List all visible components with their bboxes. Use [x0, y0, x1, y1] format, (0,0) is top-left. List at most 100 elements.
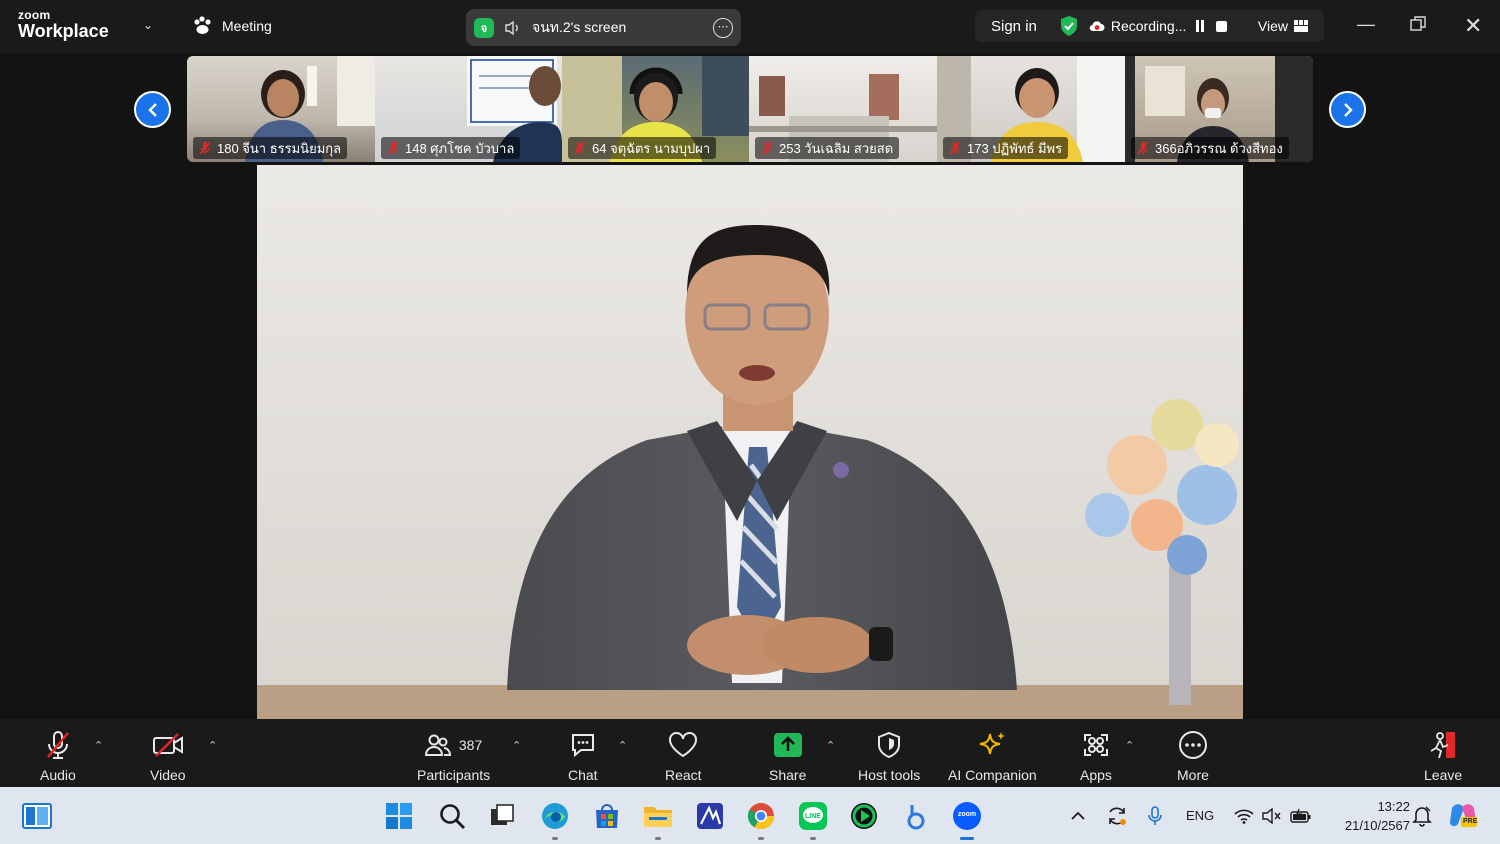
edge-browser-icon[interactable]	[540, 801, 570, 840]
video-label: Video	[150, 767, 186, 783]
participant-tile[interactable]: 180 จีนา ธรรมนิยมกุล	[187, 56, 375, 162]
zoom-window: zoom Workplace ⌄ Meeting จ จนท.2's scree…	[0, 0, 1500, 844]
whiteboard-app-icon[interactable]	[695, 801, 725, 831]
system-clock[interactable]: 13:22 21/10/2567	[1320, 797, 1410, 835]
video-button[interactable]: Video	[150, 729, 186, 783]
clock-time: 13:22	[1377, 799, 1410, 814]
minimize-icon[interactable]: —	[1357, 14, 1375, 35]
restore-icon[interactable]	[1410, 16, 1426, 37]
more-label: More	[1177, 767, 1209, 783]
participant-tile[interactable]: 173 ปฏิพัทธ์ มีพร	[937, 56, 1125, 162]
audio-button[interactable]: Audio	[40, 729, 76, 783]
widgets-icon[interactable]	[22, 801, 52, 831]
chat-label: Chat	[568, 767, 598, 783]
host-tools-button[interactable]: Host tools	[858, 729, 920, 783]
video-options-caret[interactable]: ⌃	[208, 739, 217, 752]
muted-mic-icon	[949, 141, 961, 155]
volume-muted-icon[interactable]	[1262, 787, 1282, 844]
apps-button[interactable]: Apps	[1080, 729, 1112, 783]
paw-icon	[194, 16, 211, 34]
host-shield-icon	[876, 729, 902, 761]
search-icon[interactable]	[437, 801, 467, 831]
muted-mic-icon	[761, 141, 773, 155]
speaker-video-frame	[257, 165, 1243, 719]
participant-name: 366อภิวรรณ ด้วงสีทอง	[1155, 140, 1283, 156]
task-view-icon[interactable]	[487, 801, 517, 831]
view-button[interactable]: View	[1258, 18, 1308, 34]
meeting-toolbar: Audio ⌃ Video ⌃ 387 Participants ⌃ Chat …	[0, 719, 1500, 787]
participant-tile[interactable]: 366อภิวรรณ ด้วงสีทอง	[1125, 56, 1313, 162]
muted-mic-icon	[1137, 141, 1149, 155]
audio-label: Audio	[40, 767, 76, 783]
muted-mic-icon	[199, 141, 211, 155]
participant-name-tag: 180 จีนา ธรรมนิยมกุล	[193, 137, 348, 159]
file-explorer-icon[interactable]	[643, 801, 673, 840]
close-icon[interactable]: ✕	[1464, 13, 1482, 39]
pause-recording-icon[interactable]	[1196, 20, 1205, 32]
leave-button[interactable]: Leave	[1424, 729, 1462, 783]
screen-share-indicator[interactable]: จ จนท.2's screen ⋯	[466, 9, 741, 46]
zoom-app-icon[interactable]: zoom	[952, 801, 982, 840]
video-off-icon	[152, 729, 184, 761]
windows-start-icon[interactable]	[384, 801, 414, 831]
apps-label: Apps	[1080, 767, 1112, 783]
microphone-icon[interactable]	[1147, 787, 1163, 844]
participant-tile[interactable]: 253 วันเฉลิม สวยสด	[749, 56, 937, 162]
wifi-icon[interactable]	[1234, 787, 1254, 844]
share-label: Share	[769, 767, 807, 783]
language-indicator[interactable]: ENG	[1186, 787, 1214, 844]
meeting-menu[interactable]: Meeting	[192, 16, 272, 36]
participants-options-caret[interactable]: ⌃	[512, 739, 521, 752]
stop-recording-icon[interactable]	[1216, 20, 1228, 32]
ai-companion-button[interactable]: AI Companion	[948, 729, 1037, 783]
battery-icon[interactable]	[1290, 787, 1312, 844]
participant-tile[interactable]: 64 จตุฉัตร นามบุปผา	[562, 56, 749, 162]
notifications-icon[interactable]	[1412, 787, 1432, 844]
copilot-badge-label: PRE	[1463, 818, 1478, 825]
tray-overflow-icon[interactable]	[1070, 787, 1086, 844]
chat-options-caret[interactable]: ⌃	[618, 739, 627, 752]
recording-indicator[interactable]: Recording...	[1089, 18, 1228, 34]
sharer-avatar: จ	[474, 17, 494, 38]
participant-tile[interactable]: 148 ศุภโชค บัวบาล	[375, 56, 562, 162]
gallery-next-button[interactable]	[1329, 91, 1366, 128]
chat-button[interactable]: Chat	[568, 729, 598, 783]
shield-check-icon[interactable]	[1059, 15, 1079, 37]
react-label: React	[665, 767, 702, 783]
copilot-icon[interactable]: PRE	[1448, 787, 1478, 844]
apps-options-caret[interactable]: ⌃	[1125, 739, 1134, 752]
gallery-prev-button[interactable]	[134, 91, 171, 128]
more-button[interactable]: More	[1177, 729, 1209, 783]
link-app-icon[interactable]	[900, 801, 930, 831]
muted-mic-icon	[387, 141, 399, 155]
apps-icon	[1082, 729, 1110, 761]
more-options-icon[interactable]: ⋯	[713, 17, 733, 38]
microsoft-store-icon[interactable]	[592, 801, 622, 831]
speaker-icon[interactable]	[504, 20, 522, 36]
participant-name: 253 วันเฉลิม สวยสด	[779, 140, 894, 156]
share-screen-icon	[773, 729, 803, 761]
sparkle-icon	[977, 729, 1007, 761]
media-player-icon[interactable]	[849, 801, 879, 831]
chrome-icon[interactable]	[746, 801, 776, 840]
react-button[interactable]: React	[665, 729, 702, 783]
participant-name-tag: 253 วันเฉลิม สวยสด	[755, 137, 900, 159]
share-button[interactable]: Share	[769, 729, 806, 783]
heart-icon	[668, 729, 698, 761]
chevron-down-icon[interactable]: ⌄	[143, 18, 153, 32]
share-options-caret[interactable]: ⌃	[826, 739, 835, 752]
brand-main: Workplace	[18, 21, 109, 41]
audio-options-caret[interactable]: ⌃	[94, 739, 103, 752]
host-tools-label: Host tools	[858, 767, 921, 783]
line-app-icon[interactable]: LINE	[798, 801, 828, 840]
title-bar: zoom Workplace ⌄ Meeting จ จนท.2's scree…	[0, 0, 1500, 53]
recording-label: Recording...	[1110, 18, 1187, 34]
mic-muted-icon	[45, 729, 71, 761]
share-label: จนท.2's screen	[532, 18, 627, 35]
sign-in-button[interactable]: Sign in	[991, 18, 1037, 35]
leave-door-icon	[1427, 729, 1459, 761]
zoom-workplace-logo[interactable]: zoom Workplace	[18, 9, 109, 40]
sync-icon[interactable]	[1106, 787, 1128, 844]
participants-button[interactable]: 387 Participants	[417, 729, 490, 783]
brand-small: zoom	[18, 8, 51, 22]
